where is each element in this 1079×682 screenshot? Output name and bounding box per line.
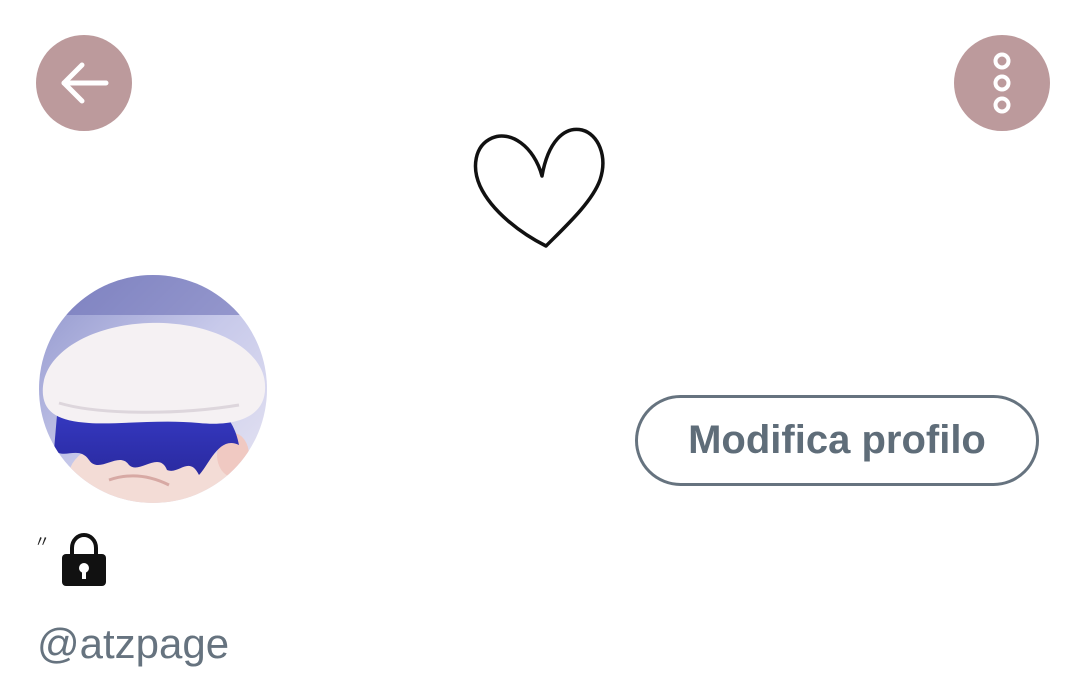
display-name-row: 〃 [34, 532, 110, 592]
profile-screen: Modifica profilo 〃 @atzpage [0, 0, 1079, 682]
edit-profile-button[interactable]: Modifica profilo [635, 395, 1039, 486]
avatar-photo [39, 275, 267, 503]
more-options-button[interactable] [954, 35, 1050, 131]
display-name: 〃 [34, 532, 51, 551]
heart-outline-icon [473, 127, 605, 248]
arrow-left-icon [61, 62, 109, 104]
back-button[interactable] [36, 35, 132, 131]
profile-handle: @atzpage [37, 620, 230, 667]
header-banner[interactable] [470, 120, 610, 255]
more-vertical-icon [993, 52, 1011, 114]
avatar[interactable] [39, 275, 267, 503]
lock-icon [62, 532, 107, 586]
